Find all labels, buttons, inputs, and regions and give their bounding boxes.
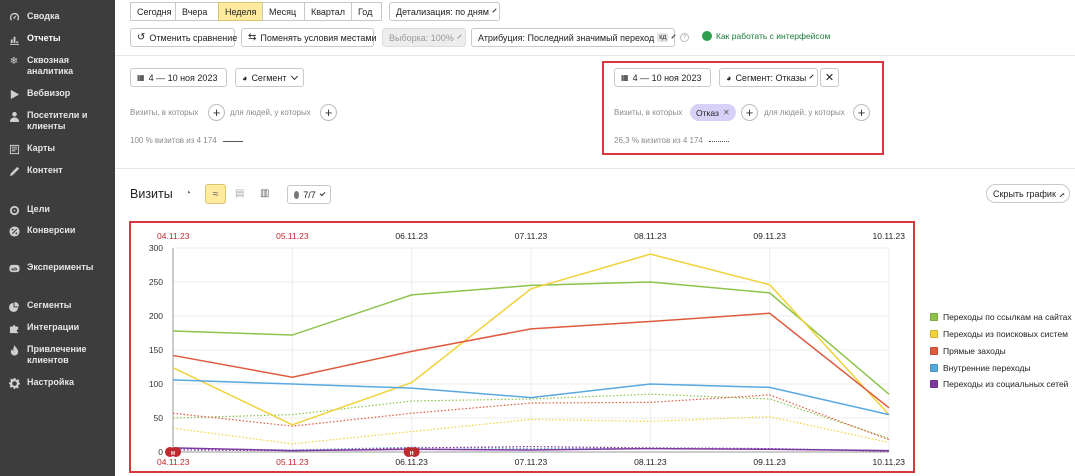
top-date-label: 09.11.23 bbox=[753, 231, 786, 241]
top-date-label: 06.11.23 bbox=[395, 231, 428, 241]
legend-label: Внутренние переходы bbox=[943, 363, 1031, 373]
y-tick-label: 50 bbox=[154, 413, 164, 423]
legend-label: Переходы из поисковых систем bbox=[943, 329, 1068, 339]
annotation-marker-label: н bbox=[410, 450, 414, 457]
y-tick-label: 150 bbox=[149, 345, 163, 355]
x-tick-label: 07.11.23 bbox=[515, 457, 548, 467]
legend-swatch bbox=[930, 313, 938, 321]
top-date-label: 04.11.23 bbox=[157, 231, 190, 241]
top-date-label: 08.11.23 bbox=[634, 231, 667, 241]
app: Сводка Отчеты ❄ Сквозная аналитика Вебви… bbox=[0, 0, 1075, 476]
x-tick-label: 10.11.23 bbox=[873, 457, 906, 467]
y-tick-label: 300 bbox=[149, 243, 163, 253]
y-tick-label: 200 bbox=[149, 311, 163, 321]
legend-item[interactable]: Переходы по ссылкам на сайтах bbox=[930, 312, 1072, 322]
legend-label: Переходы из социальных сетей bbox=[943, 379, 1069, 389]
y-tick-label: 0 bbox=[158, 447, 163, 457]
top-date-label: 05.11.23 bbox=[276, 231, 309, 241]
x-tick-label: 09.11.23 bbox=[753, 457, 786, 467]
legend-item[interactable]: Прямые заходы bbox=[930, 346, 1006, 356]
top-date-label: 07.11.23 bbox=[515, 231, 548, 241]
legend-item[interactable]: Переходы из социальных сетей bbox=[930, 379, 1068, 389]
legend-label: Переходы по ссылкам на сайтах bbox=[943, 312, 1072, 322]
legend-item[interactable]: Внутренние переходы bbox=[930, 363, 1031, 373]
legend-swatch bbox=[930, 330, 938, 338]
legend-label: Прямые заходы bbox=[943, 346, 1006, 356]
x-tick-label: 05.11.23 bbox=[276, 457, 309, 467]
x-tick-label: 06.11.23 bbox=[395, 457, 428, 467]
legend-item[interactable]: Переходы из поисковых систем bbox=[930, 329, 1068, 339]
legend-swatch bbox=[930, 380, 938, 388]
x-tick-label: 04.11.23 bbox=[157, 457, 190, 467]
annotation-marker-label: н bbox=[171, 450, 175, 457]
top-date-label: 10.11.23 bbox=[873, 231, 906, 241]
x-tick-label: 08.11.23 bbox=[634, 457, 667, 467]
y-tick-label: 250 bbox=[149, 277, 163, 287]
legend-swatch bbox=[930, 347, 938, 355]
y-tick-label: 100 bbox=[149, 379, 163, 389]
legend-swatch bbox=[930, 364, 938, 372]
chart: 0 50 100 150 200 250 300 04.11.23 04.11.23 05.11.… bbox=[149, 231, 906, 467]
